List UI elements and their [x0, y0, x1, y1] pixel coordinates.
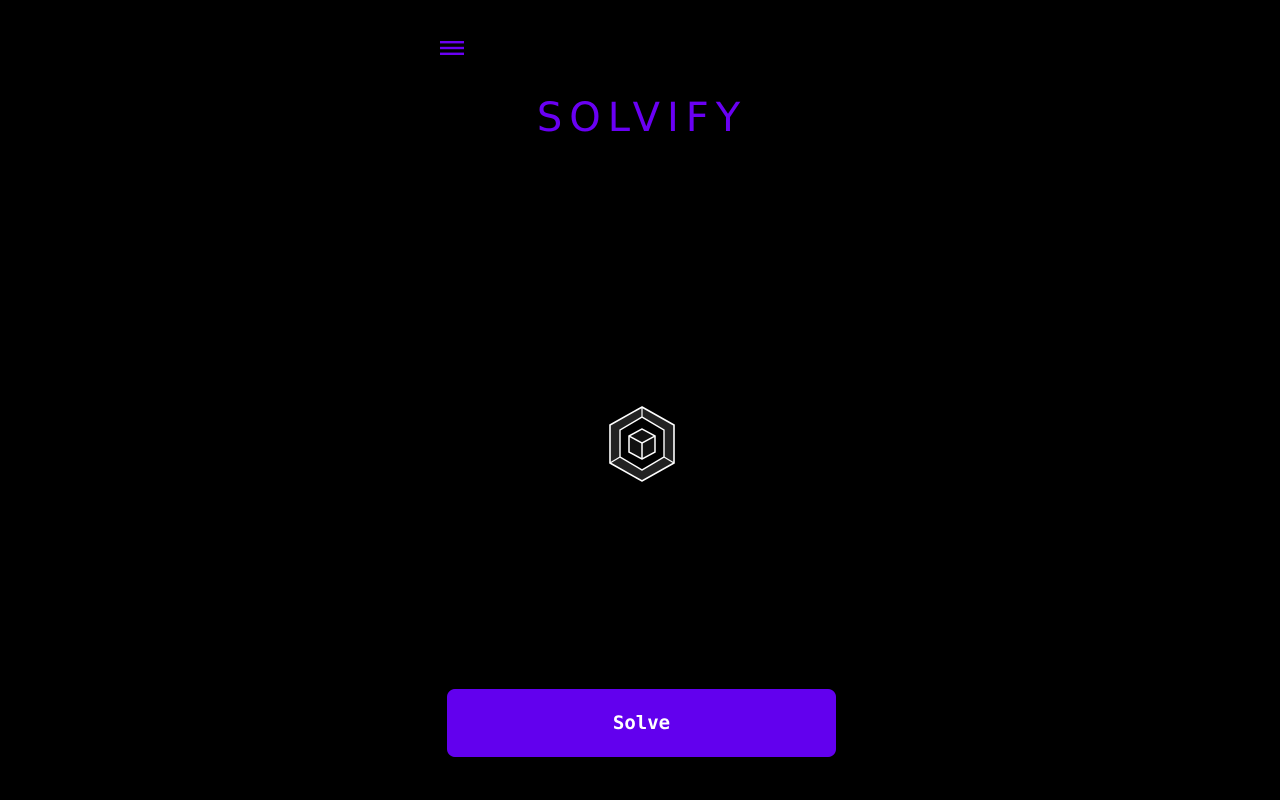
app-title: SOLVIFY [536, 95, 748, 141]
menu-button[interactable] [436, 34, 468, 62]
hamburger-menu-icon [440, 41, 464, 55]
cube-icon [609, 406, 675, 482]
app-screen: SOLVIFY Solve [0, 0, 1280, 800]
solve-button[interactable]: Solve [447, 689, 836, 757]
solve-button-label: Solve [612, 712, 671, 734]
